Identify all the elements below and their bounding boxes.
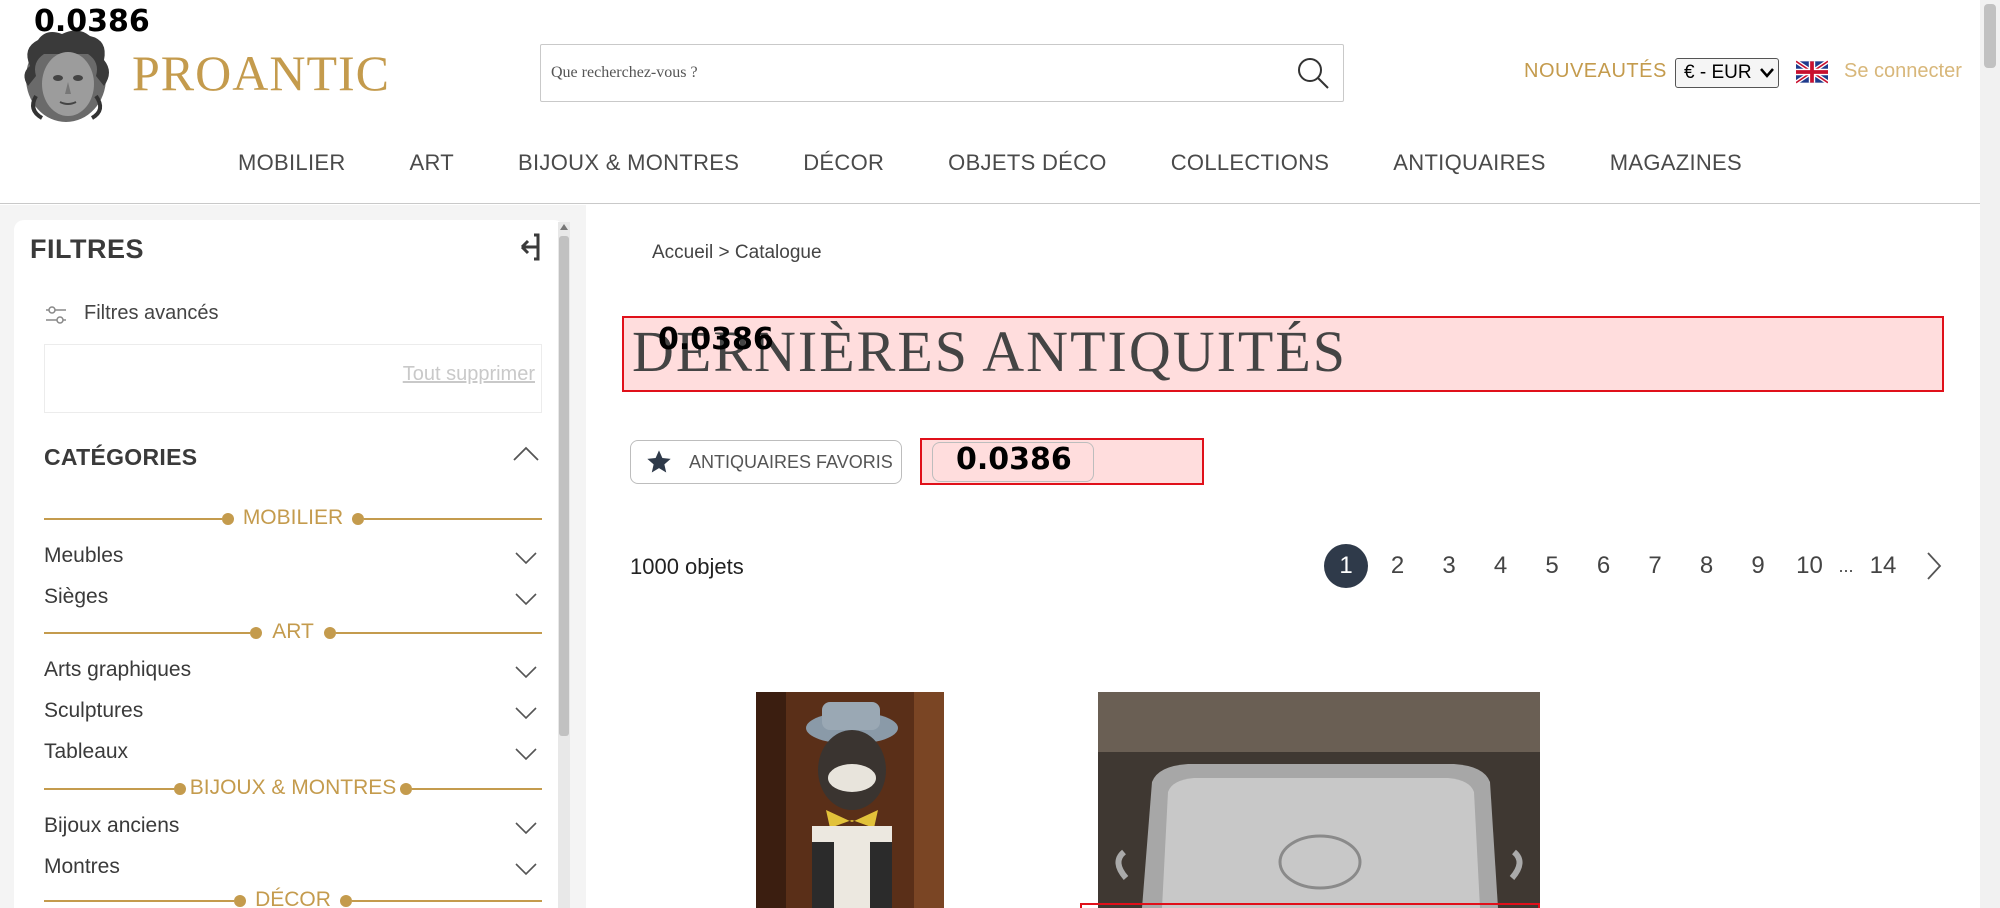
site-header: PROANTIC NOUVEAUTÉS € - EUR Se connecter… [0,0,1980,204]
page-9[interactable]: 9 [1736,544,1780,588]
divider-dot [400,783,412,795]
star-icon [647,450,671,473]
category-sieges[interactable]: Sièges [44,585,542,615]
product-image[interactable] [756,692,944,908]
category-label: Arts graphiques [44,658,192,681]
page-scrollbar[interactable] [1980,0,2000,908]
search-icon [1298,58,1329,89]
clear-all-filters-link[interactable]: Tout supprimer [403,363,535,386]
score-overlay-top: 0.0386 [34,4,150,39]
divider [364,518,542,520]
figurine-photo [756,692,944,908]
active-filters-box: Tout supprimer [44,344,542,413]
category-montres[interactable]: Montres [44,855,542,885]
section-decor: DÉCOR [44,888,542,908]
divider-dot [340,895,352,907]
search-bar [540,44,1344,102]
score-overlay-title: 0.0386 [658,322,774,357]
favorite-dealers-label: ANTIQUAIRES FAVORIS [689,451,893,472]
brand-name[interactable]: PROANTIC [132,44,390,102]
pagination: 1 2 3 4 5 6 7 8 9 10 ... 14 [1324,544,1949,588]
breadcrumb[interactable]: Accueil > Catalogue [652,242,822,264]
product-image[interactable] [1098,692,1540,908]
menu-item-mobilier[interactable]: MOBILIER [206,150,378,176]
chevron-down-icon [515,666,537,679]
menu-item-antiquaires[interactable]: ANTIQUAIRES [1361,150,1577,176]
scroll-up-arrow-icon[interactable] [560,224,568,230]
search-button[interactable] [1283,45,1343,101]
section-art: ART [44,620,542,646]
advanced-filters-link[interactable]: Filtres avancés [84,302,219,325]
chevron-up-icon[interactable] [512,444,540,462]
menu-item-collections[interactable]: COLLECTIONS [1139,150,1362,176]
main-menu: MOBILIER ART BIJOUX & MONTRES DÉCOR OBJE… [0,150,1980,176]
silver-tray-photo [1098,692,1540,908]
page-10[interactable]: 10 [1788,544,1832,588]
collapse-panel-icon[interactable] [508,232,540,262]
favorite-dealers-button[interactable]: ANTIQUAIRES FAVORIS [630,440,902,484]
search-input[interactable] [541,45,1283,101]
category-arts-graphiques[interactable]: Arts graphiques [44,658,542,688]
page-5[interactable]: 5 [1530,544,1574,588]
next-page-button[interactable] [1919,544,1949,588]
sliders-icon [46,306,66,324]
sidebar-scroll-thumb[interactable] [559,236,569,736]
category-bijoux-anciens[interactable]: Bijoux anciens [44,814,542,844]
page-4[interactable]: 4 [1479,544,1523,588]
sidebar-scrollbar[interactable] [558,222,570,908]
filters-title: FILTRES [30,234,144,264]
page-3[interactable]: 3 [1427,544,1471,588]
score-overlay-button: 0.0386 [956,442,1072,477]
category-label: Tableaux [44,740,129,763]
chevron-down-icon [515,748,537,761]
page-1[interactable]: 1 [1324,544,1368,588]
section-bijoux-montres: BIJOUX & MONTRES [44,776,542,802]
nouveautes-link[interactable]: NOUVEAUTÉS [1524,60,1667,83]
chevron-down-icon [515,707,537,720]
divider [336,632,542,634]
page-scroll-thumb[interactable] [1984,4,1996,68]
logo[interactable] [16,26,116,124]
login-link[interactable]: Se connecter [1844,60,1962,83]
chevron-down-icon [515,552,537,565]
currency-select[interactable]: € - EUR [1675,58,1779,88]
category-label: Meubles [44,544,124,567]
divider-dot [352,513,364,525]
menu-item-art[interactable]: ART [378,150,487,176]
page-14[interactable]: 14 [1861,544,1905,588]
page-ellipsis: ... [1838,555,1854,576]
menu-item-objets-deco[interactable]: OBJETS DÉCO [916,150,1139,176]
chevron-down-icon [515,822,537,835]
category-sculptures[interactable]: Sculptures [44,699,542,729]
divider [352,900,542,902]
page-8[interactable]: 8 [1685,544,1729,588]
categories-title[interactable]: CATÉGORIES [44,444,197,471]
section-mobilier: MOBILIER [44,506,542,532]
divider [412,788,542,790]
category-label: Sièges [44,585,109,608]
image-highlight-overlay [1080,903,1540,908]
category-meubles[interactable]: Meubles [44,544,542,574]
category-label: Montres [44,855,120,878]
chevron-down-icon [515,863,537,876]
category-label: Bijoux anciens [44,814,180,837]
medusa-head-logo-icon [24,30,110,122]
divider-dot [324,627,336,639]
currency-value: € - EUR [1684,62,1752,83]
page-6[interactable]: 6 [1582,544,1626,588]
category-label: Sculptures [44,699,144,722]
category-tableaux[interactable]: Tableaux [44,740,542,770]
chevron-down-icon [515,593,537,606]
menu-item-decor[interactable]: DÉCOR [771,150,916,176]
menu-item-bijoux-montres[interactable]: BIJOUX & MONTRES [486,150,771,176]
results-count: 1000 objets [630,554,744,579]
page-2[interactable]: 2 [1376,544,1420,588]
chevron-down-icon [1759,68,1774,78]
section-label-decor: DÉCOR [255,888,331,908]
page-7[interactable]: 7 [1633,544,1677,588]
menu-item-magazines[interactable]: MAGAZINES [1578,150,1774,176]
chevron-right-icon [1926,552,1941,580]
uk-flag-icon[interactable] [1796,60,1828,84]
